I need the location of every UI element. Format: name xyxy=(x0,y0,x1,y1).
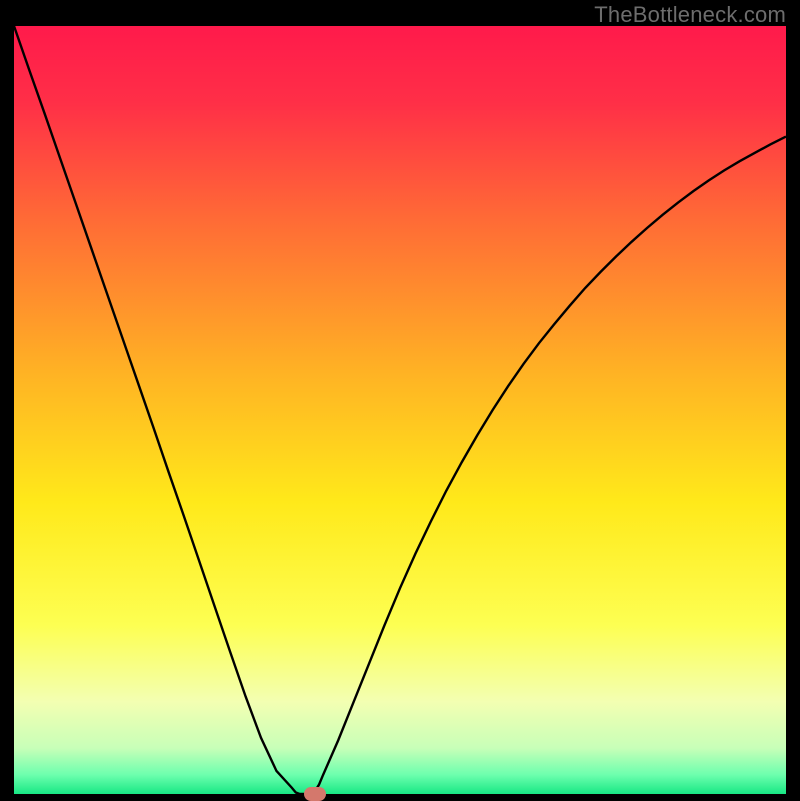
bottleneck-chart xyxy=(14,26,786,794)
optimum-marker xyxy=(304,787,326,801)
watermark: TheBottleneck.com xyxy=(594,2,786,28)
chart-background xyxy=(14,26,786,794)
chart-frame xyxy=(14,26,786,794)
